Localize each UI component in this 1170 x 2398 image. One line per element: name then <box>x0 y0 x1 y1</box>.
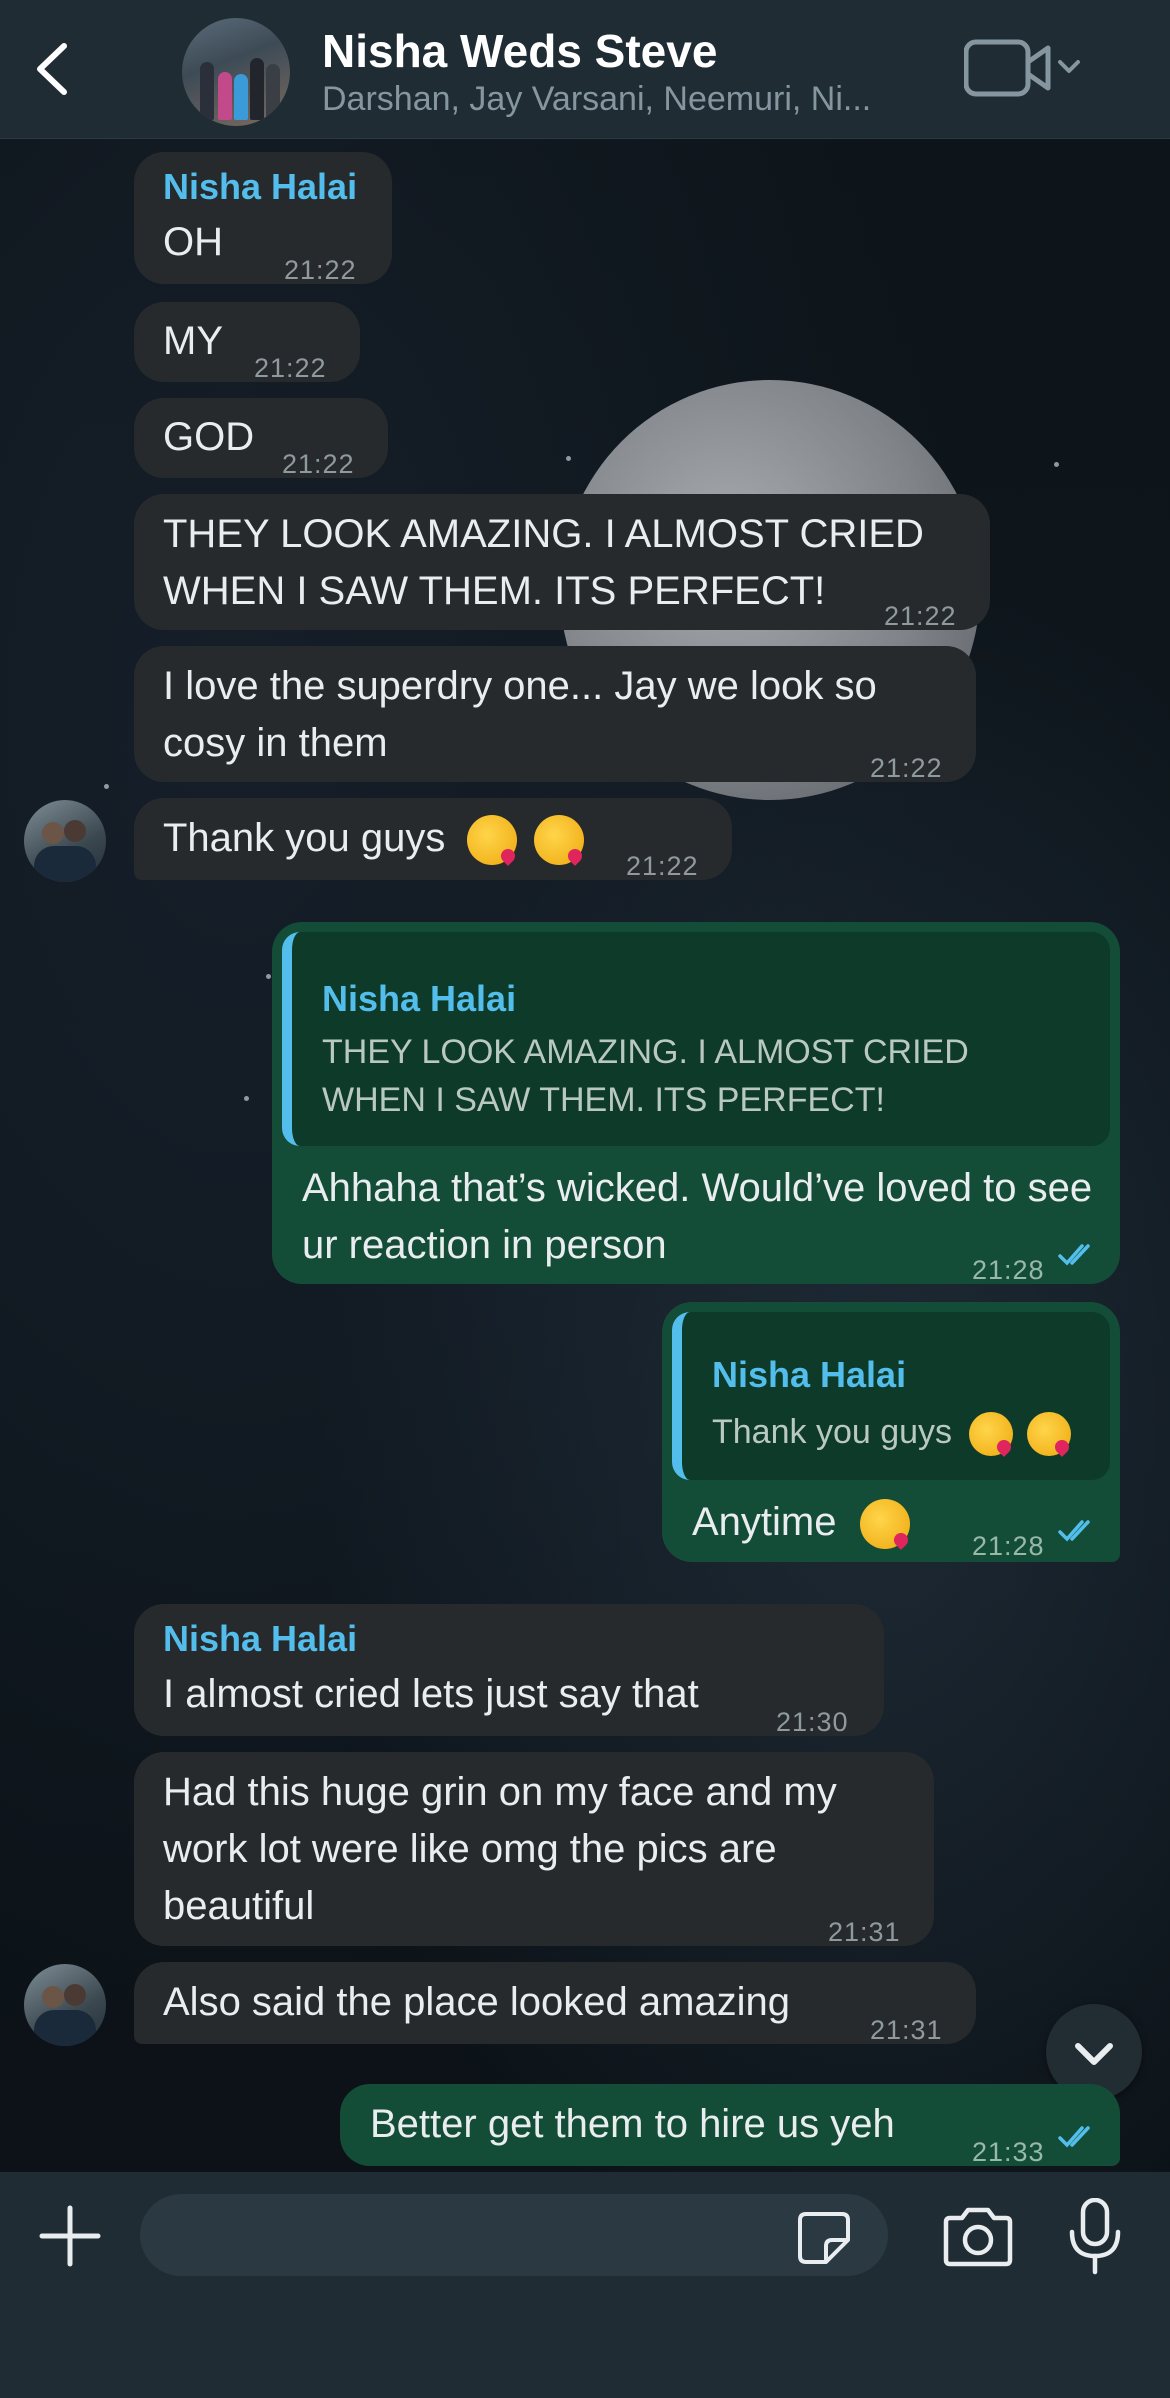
chat-title[interactable]: Nisha Weds Steve <box>322 24 717 78</box>
quoted-text: Thank you guys <box>712 1413 953 1451</box>
message-text: Better get them to hire us yeh <box>370 2102 895 2146</box>
message-bubble-incoming[interactable]: I love the superdry one... Jay we look s… <box>134 646 976 783</box>
wallpaper-star <box>104 784 109 789</box>
message-input[interactable] <box>140 2194 888 2276</box>
sender-name[interactable]: Nisha Halai <box>163 1616 357 1662</box>
message-text: Had this huge grin on my face and my wor… <box>163 1770 837 1928</box>
avatar[interactable] <box>24 1964 106 2046</box>
message-time: 21:28 <box>972 1531 1045 1561</box>
message-text: I almost cried lets just say that <box>163 1672 699 1716</box>
message-text-row: Thank you guys <box>163 810 584 867</box>
message-bubble-outgoing[interactable]: Nisha Halai Thank you guys Anytime 21:28 <box>662 1302 1120 1562</box>
message-time: 21:22 <box>254 353 327 383</box>
message-text: Also said the place looked amazing <box>163 1980 791 2024</box>
wallpaper-star <box>566 456 571 461</box>
wallpaper-star <box>266 974 271 979</box>
message-text: OH <box>163 220 223 264</box>
quoted-text: THEY LOOK AMAZING. I ALMOST CRIED WHEN I… <box>322 1033 969 1119</box>
read-receipt-icon <box>1058 1244 1090 1266</box>
message-bubble-incoming[interactable]: Thank you guys 21:22 <box>134 798 732 881</box>
microphone-icon[interactable] <box>1068 2198 1122 2276</box>
kissing-face-with-heart-emoji <box>466 815 517 866</box>
message-bubble-incoming[interactable]: Also said the place looked amazing 21:31 <box>134 1962 976 2045</box>
wallpaper-star <box>244 1096 249 1101</box>
message-time: 21:28 <box>972 1255 1045 1285</box>
message-text: Thank you guys <box>163 816 446 860</box>
quoted-sender: Nisha Halai <box>712 1354 907 1395</box>
smiling-face-with-hearts-emoji <box>859 1499 910 1550</box>
quoted-message[interactable]: Nisha Halai Thank you guys <box>672 1312 1110 1480</box>
message-time: 21:31 <box>870 2015 943 2045</box>
message-bubble-outgoing[interactable]: Nisha Halai THEY LOOK AMAZING. I ALMOST … <box>272 922 1120 1285</box>
message-text: GOD <box>163 415 255 459</box>
message-bubble-incoming[interactable]: THEY LOOK AMAZING. I ALMOST CRIED WHEN I… <box>134 494 990 631</box>
quoted-sender: Nisha Halai <box>322 978 517 1019</box>
kissing-face-with-heart-emoji <box>969 1412 1014 1457</box>
message-bubble-incoming[interactable]: MY 21:22 <box>134 302 360 383</box>
chevron-left-icon[interactable] <box>20 34 90 104</box>
message-composer <box>0 2172 1170 2398</box>
message-time: 21:22 <box>282 449 355 479</box>
message-time: 21:30 <box>776 1707 849 1737</box>
message-text: MY <box>163 319 223 363</box>
message-time: 21:31 <box>828 1917 901 1947</box>
read-receipt-icon <box>1058 2126 1090 2148</box>
avatar[interactable] <box>24 800 106 882</box>
message-text: THEY LOOK AMAZING. I ALMOST CRIED WHEN I… <box>163 512 924 613</box>
message-bubble-incoming[interactable]: Nisha Halai OH 21:22 <box>134 152 392 285</box>
message-time: 21:22 <box>870 753 943 783</box>
message-bubble-outgoing[interactable]: Better get them to hire us yeh 21:33 <box>340 2084 1120 2167</box>
group-members[interactable]: Darshan, Jay Varsani, Neemuri, Ni... <box>322 80 871 119</box>
message-text: I love the superdry one... Jay we look s… <box>163 664 877 765</box>
video-camera-icon[interactable] <box>964 36 1084 100</box>
plus-icon[interactable] <box>36 2202 104 2270</box>
message-time: 21:22 <box>884 601 957 631</box>
message-bubble-incoming[interactable]: GOD 21:22 <box>134 398 388 479</box>
chevron-down-icon <box>1058 60 1080 73</box>
message-text-row: Anytime <box>692 1494 910 1551</box>
message-text: Anytime <box>692 1500 837 1544</box>
message-time: 21:22 <box>626 851 699 881</box>
message-bubble-incoming[interactable]: Nisha Halai I almost cried lets just say… <box>134 1604 884 1737</box>
quoted-text-row: Thank you guys <box>712 1404 1071 1461</box>
kissing-face-with-heart-emoji <box>533 815 584 866</box>
read-receipt-icon <box>1058 1520 1090 1542</box>
message-bubble-incoming[interactable]: Had this huge grin on my face and my wor… <box>134 1752 934 1947</box>
quoted-message[interactable]: Nisha Halai THEY LOOK AMAZING. I ALMOST … <box>282 932 1110 1146</box>
wallpaper-star <box>1054 462 1059 467</box>
chat-header: Nisha Weds Steve Darshan, Jay Varsani, N… <box>0 0 1170 139</box>
sticker-icon[interactable] <box>796 2210 852 2266</box>
camera-icon[interactable] <box>942 2206 1014 2268</box>
sender-name[interactable]: Nisha Halai <box>163 164 357 210</box>
message-time: 21:22 <box>284 255 357 285</box>
kissing-face-with-heart-emoji <box>1026 1412 1071 1457</box>
group-avatar[interactable] <box>182 18 290 126</box>
